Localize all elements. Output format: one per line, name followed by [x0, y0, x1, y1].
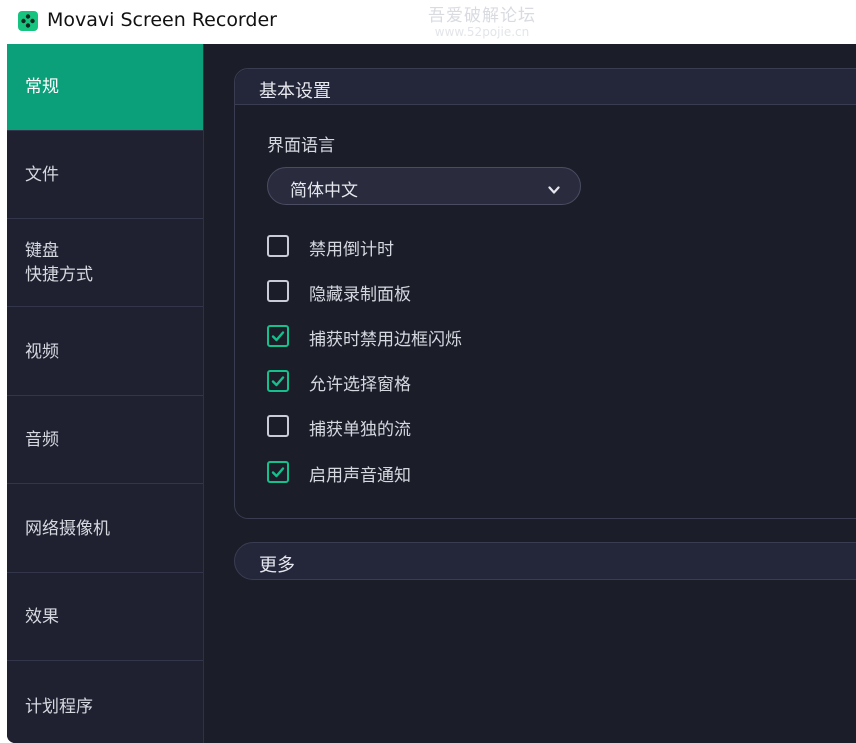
- sidebar-item-general[interactable]: 常规: [7, 44, 203, 131]
- checkbox[interactable]: [267, 370, 289, 392]
- window-title: Movavi Screen Recorder: [47, 9, 277, 31]
- checkmark-icon: [271, 331, 285, 342]
- option-label: 禁用倒计时: [309, 240, 394, 260]
- option-label: 隐藏录制面板: [309, 285, 411, 305]
- checkmark-icon: [271, 467, 285, 478]
- sidebar-item-audio[interactable]: 音频: [7, 397, 203, 484]
- movavi-app-icon: [18, 11, 38, 31]
- basic-settings-title: 基本设置: [259, 81, 331, 102]
- checkbox[interactable]: [267, 325, 289, 347]
- more-section-title: 更多: [259, 555, 295, 576]
- sidebar-item-label: 音频: [25, 430, 59, 450]
- watermark: 吾爱破解论坛 www.52pojie.cn: [428, 7, 536, 39]
- sidebar-item-label: 文件: [25, 165, 59, 185]
- option-capture-separate-streams[interactable]: 捕获单独的流: [267, 415, 827, 441]
- sidebar-item-video[interactable]: 视频: [7, 309, 203, 396]
- watermark-line2: www.52pojie.cn: [434, 24, 530, 39]
- sidebar-item-label: 键盘 快捷方式: [25, 241, 93, 285]
- title-bar: Movavi Screen Recorder 吾爱破解论坛 www.52poji…: [0, 0, 856, 44]
- basic-settings-header[interactable]: 基本设置: [235, 69, 856, 105]
- sidebar-item-label: 视频: [25, 342, 59, 362]
- basic-settings-panel: 基本设置 界面语言 简体中文 禁用倒计时 隐藏录制面板 捕获时禁用边框闪烁 允许…: [234, 68, 856, 519]
- sidebar-item-effects[interactable]: 效果: [7, 574, 203, 661]
- sidebar-item-label: 常规: [25, 77, 59, 97]
- sidebar-item-label: 网络摄像机: [25, 519, 110, 539]
- settings-sidebar: 常规 文件 键盘 快捷方式 视频 音频 网络摄像机 效果 计划程序: [7, 44, 204, 743]
- option-allow-pane-selection[interactable]: 允许选择窗格: [267, 370, 827, 396]
- app-window: Movavi Screen Recorder 吾爱破解论坛 www.52poji…: [0, 0, 856, 743]
- option-disable-countdown[interactable]: 禁用倒计时: [267, 235, 827, 261]
- sidebar-item-keyboard-shortcuts[interactable]: 键盘 快捷方式: [7, 220, 203, 307]
- option-enable-sound-notifications[interactable]: 启用声音通知: [267, 461, 827, 487]
- sidebar-item-scheduler[interactable]: 计划程序: [7, 663, 203, 743]
- language-label: 界面语言: [267, 136, 335, 156]
- checkbox[interactable]: [267, 235, 289, 257]
- option-hide-recording-panel[interactable]: 隐藏录制面板: [267, 280, 827, 306]
- language-selected-value: 简体中文: [290, 181, 358, 201]
- checkmark-icon: [271, 376, 285, 387]
- sidebar-item-label: 计划程序: [25, 696, 93, 717]
- checkbox[interactable]: [267, 415, 289, 437]
- option-label: 允许选择窗格: [309, 375, 411, 395]
- sidebar-item-files[interactable]: 文件: [7, 132, 203, 219]
- settings-body: 常规 文件 键盘 快捷方式 视频 音频 网络摄像机 效果 计划程序 基本设置 界…: [7, 44, 856, 743]
- more-section-header[interactable]: 更多: [234, 542, 856, 580]
- option-disable-border-flash[interactable]: 捕获时禁用边框闪烁: [267, 325, 827, 351]
- watermark-line1: 吾爱破解论坛: [428, 6, 536, 26]
- sidebar-item-webcam[interactable]: 网络摄像机: [7, 486, 203, 573]
- settings-content: 基本设置 界面语言 简体中文 禁用倒计时 隐藏录制面板 捕获时禁用边框闪烁 允许…: [204, 44, 856, 743]
- sidebar-item-label: 效果: [25, 607, 59, 627]
- chevron-down-icon: [548, 180, 560, 199]
- checkbox[interactable]: [267, 280, 289, 302]
- option-label: 捕获时禁用边框闪烁: [309, 330, 462, 350]
- option-label: 捕获单独的流: [309, 420, 411, 440]
- checkbox[interactable]: [267, 461, 289, 483]
- option-label: 启用声音通知: [309, 466, 411, 486]
- language-dropdown[interactable]: 简体中文: [267, 167, 581, 205]
